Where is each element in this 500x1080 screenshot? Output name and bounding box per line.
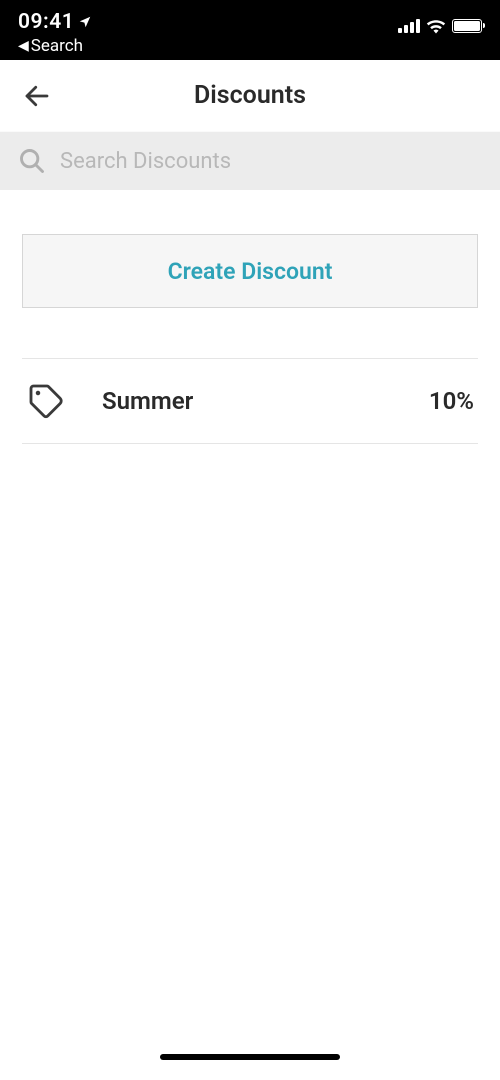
status-back-label: Search xyxy=(31,36,83,56)
discount-value: 10% xyxy=(429,387,474,415)
discount-list: Summer 10% xyxy=(22,358,478,444)
location-arrow-icon xyxy=(78,15,92,29)
search-input[interactable] xyxy=(60,149,482,174)
tag-icon xyxy=(26,381,66,421)
battery-icon xyxy=(452,19,482,33)
header: Discounts xyxy=(0,60,500,132)
status-time: 09:41 xyxy=(18,10,74,34)
page-title: Discounts xyxy=(0,81,500,110)
home-indicator[interactable] xyxy=(160,1054,340,1060)
status-left: 09:41 ◀ Search xyxy=(18,10,92,56)
arrow-left-icon xyxy=(22,81,52,111)
search-bar[interactable] xyxy=(0,132,500,190)
discount-row[interactable]: Summer 10% xyxy=(22,358,478,444)
create-discount-button[interactable]: Create Discount xyxy=(22,234,478,308)
wifi-icon xyxy=(426,18,446,34)
status-bar: 09:41 ◀ Search xyxy=(0,0,500,60)
chevron-left-icon: ◀ xyxy=(18,38,29,54)
status-right xyxy=(398,10,482,34)
discount-name: Summer xyxy=(102,387,393,415)
cellular-signal-icon xyxy=(398,19,420,33)
search-icon xyxy=(18,147,46,175)
content-area: Create Discount Summer 10% xyxy=(0,190,500,444)
status-back-to-app[interactable]: ◀ Search xyxy=(18,36,92,56)
status-time-row: 09:41 xyxy=(18,10,92,34)
back-button[interactable] xyxy=(18,77,56,115)
